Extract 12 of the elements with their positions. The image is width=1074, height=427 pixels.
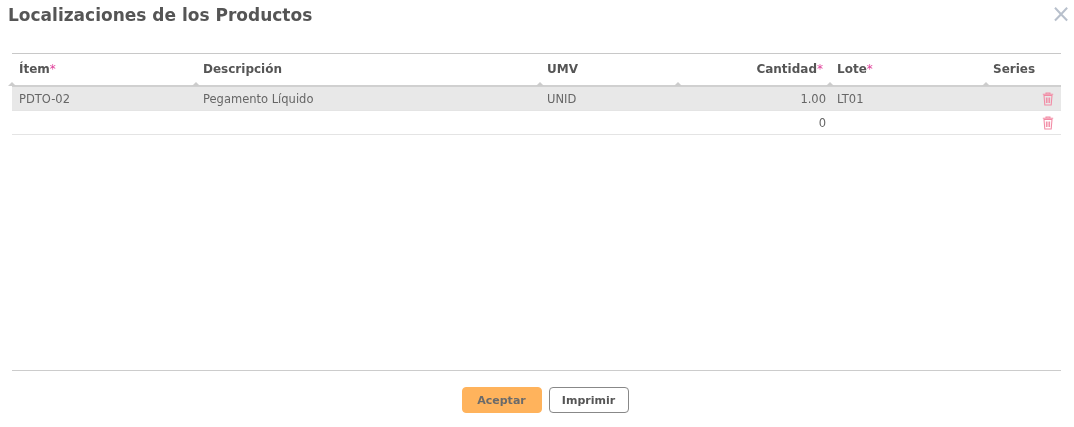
trash-icon[interactable] <box>1042 113 1054 132</box>
table-cell: 0 <box>818 115 826 130</box>
table-cell: PDTO-02 <box>19 91 70 106</box>
table-cell: LT01 <box>837 91 864 106</box>
table-cell: Pegamento Líquido <box>203 91 314 106</box>
dialog-title: Localizaciones de los Productos <box>8 5 313 25</box>
table-row[interactable]: PDTO-02 Pegamento Líquido UNID 1.00 LT01 <box>12 87 1061 111</box>
table-row[interactable]: 0 <box>12 111 1061 135</box>
table-cell: 1.00 <box>800 91 826 106</box>
trash-icon[interactable] <box>1042 89 1054 108</box>
table-cell: UNID <box>547 91 577 106</box>
print-button[interactable]: Imprimir <box>548 387 629 413</box>
